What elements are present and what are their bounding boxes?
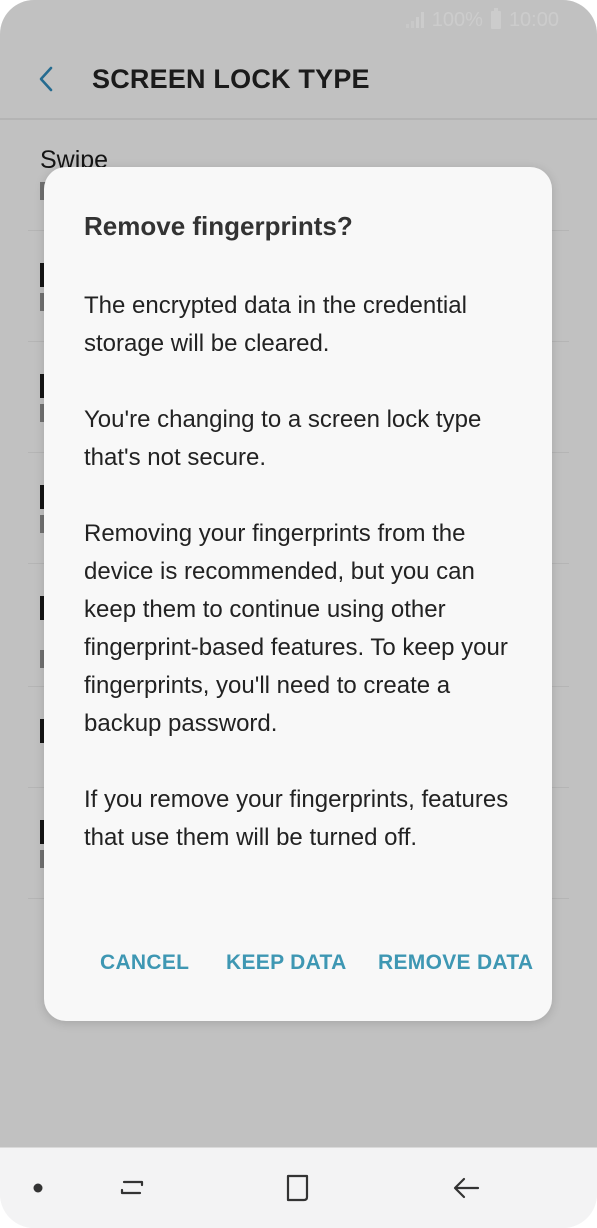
dialog-paragraph: If you remove your fingerprints, feature… <box>84 786 509 851</box>
phone-screen: 100% 10:00 SCREEN LOCK TYPE Swipe Remove… <box>0 0 597 1228</box>
home-icon <box>286 1174 309 1202</box>
dialog-paragraph: You're changing to a screen lock type th… <box>84 406 482 471</box>
home-button[interactable] <box>276 1168 320 1208</box>
dialog-actions: CANCEL KEEP DATA REMOVE DATA <box>44 951 552 981</box>
remove-data-button[interactable]: REMOVE DATA <box>378 951 533 975</box>
remove-fingerprints-dialog: Remove fingerprints? The encrypted data … <box>44 167 552 1021</box>
cancel-button[interactable]: CANCEL <box>100 951 189 975</box>
back-nav-button[interactable] <box>444 1168 488 1208</box>
dialog-body: The encrypted data in the credential sto… <box>84 287 524 895</box>
recents-button[interactable] <box>110 1168 154 1208</box>
dialog-title: Remove fingerprints? <box>84 211 353 241</box>
dialog-paragraph: The encrypted data in the credential sto… <box>84 292 467 357</box>
back-arrow-icon <box>453 1177 480 1199</box>
nav-dot-button[interactable] <box>16 1168 60 1208</box>
navigation-bar <box>0 1147 597 1228</box>
dot-icon <box>33 1183 43 1193</box>
keep-data-button[interactable]: KEEP DATA <box>226 951 347 975</box>
recents-icon <box>120 1180 144 1195</box>
dialog-paragraph: Removing your fingerprints from the devi… <box>84 520 508 737</box>
